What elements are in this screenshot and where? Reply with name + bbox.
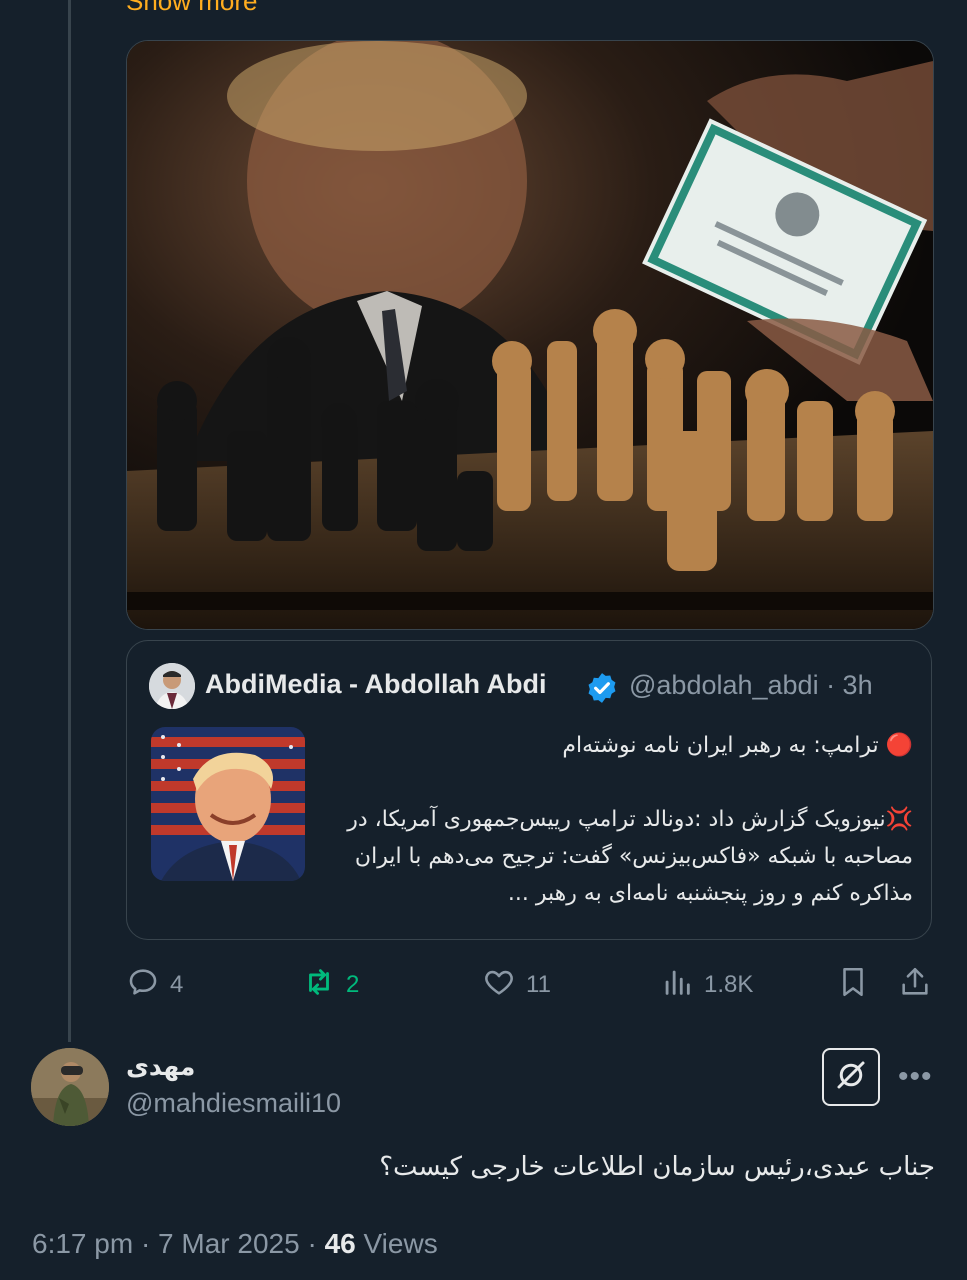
like-icon [482, 965, 516, 1006]
bookmark-button[interactable] [836, 960, 870, 1010]
reply-icon [126, 965, 160, 1006]
quoted-tweet-thumbnail[interactable] [151, 727, 305, 881]
verified-icon [585, 671, 619, 705]
quoted-tweet-text: 🔴 ترامپ: به رهبر ایران نامه نوشته‌ام 💢نی… [347, 733, 913, 906]
views-button[interactable]: 1.8K [660, 960, 753, 1010]
reply-author-avatar[interactable] [31, 1048, 109, 1126]
views-number: 46 [324, 1228, 356, 1259]
reply-count: 4 [170, 971, 184, 998]
show-more-link[interactable]: Show more [126, 0, 258, 17]
quoted-author-handle[interactable]: @abdolah_abdi · 3h [629, 670, 873, 701]
views-label: Views [355, 1228, 438, 1259]
reply-button[interactable]: 4 [126, 960, 183, 1010]
retweet-count: 2 [346, 971, 360, 998]
share-icon [898, 965, 932, 1006]
share-button[interactable] [898, 960, 932, 1010]
retweet-button[interactable]: 2 [302, 960, 359, 1010]
quoted-author-name[interactable]: AbdiMedia - Abdollah Abdi [205, 669, 546, 700]
retweet-icon [302, 965, 336, 1006]
thread-connector-line [68, 0, 71, 1042]
tweet-media-image[interactable] [126, 40, 934, 630]
views-count: 1.8K [704, 971, 754, 998]
like-count: 11 [526, 971, 551, 998]
quoted-author-avatar[interactable] [149, 663, 195, 709]
more-options-button[interactable]: ••• [898, 1060, 933, 1094]
tweet-timestamp-views: 6:17 pm · 7 Mar 2025 · 46 Views [32, 1228, 438, 1260]
bookmark-icon [836, 965, 870, 1006]
reply-text: جناب عبدی،رئیس سازمان اطلاعات خارجی کیست… [379, 1152, 935, 1182]
reply-author-handle[interactable]: @mahdiesmaili10 [126, 1088, 341, 1119]
quoted-tweet-card[interactable]: AbdiMedia - Abdollah Abdi @abdolah_abdi … [126, 640, 932, 940]
tweet-action-bar: 4 2 11 1.8K [126, 960, 932, 1010]
grok-button[interactable] [822, 1048, 880, 1106]
reply-author-name[interactable]: مهدی [126, 1052, 195, 1081]
views-icon [660, 965, 694, 1006]
more-icon: ••• [898, 1060, 933, 1093]
like-button[interactable]: 11 [482, 960, 551, 1010]
tweet-timestamp[interactable]: 6:17 pm · 7 Mar 2025 · [32, 1228, 325, 1259]
grok-icon [833, 1057, 869, 1098]
